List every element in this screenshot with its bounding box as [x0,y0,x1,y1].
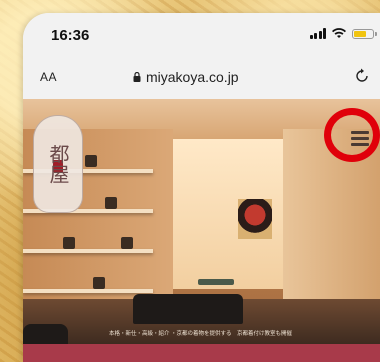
hero-caption: 本格・新仕・高級・紹介 ・京都の着物を提供する 京都着付け教室も開催 [109,331,293,337]
phone-screen: 16:36 AA miyakoya.co.jp 都屋 本格・新仕・高級・紹介 ・… [23,13,380,362]
shelf [23,249,153,253]
battery-icon [352,28,377,39]
handbag [121,237,133,249]
reload-icon[interactable] [354,68,370,84]
logo-kanji: 都屋 [46,144,70,184]
status-bar: 16:36 [23,13,380,57]
browser-address-bar[interactable]: AA miyakoya.co.jp [23,57,380,100]
status-icons [309,28,377,39]
wifi-icon [332,28,346,38]
address-field[interactable]: miyakoya.co.jp [133,69,239,85]
kimono-display [238,199,272,239]
sofa [133,294,243,324]
side-table [198,279,234,285]
address-text: miyakoya.co.jp [146,69,239,85]
chair [23,324,68,344]
highlight-circle [324,108,380,162]
handbag [93,277,105,289]
lock-icon [133,72,141,82]
handbag [85,155,97,167]
text-size-button[interactable]: AA [40,70,57,84]
handbag [105,197,117,209]
site-logo[interactable]: 都屋 [33,115,83,213]
bottom-banner [23,344,380,362]
status-time: 16:36 [51,27,90,44]
handbag [63,237,75,249]
signal-icon [309,28,326,39]
shelf [23,289,153,293]
